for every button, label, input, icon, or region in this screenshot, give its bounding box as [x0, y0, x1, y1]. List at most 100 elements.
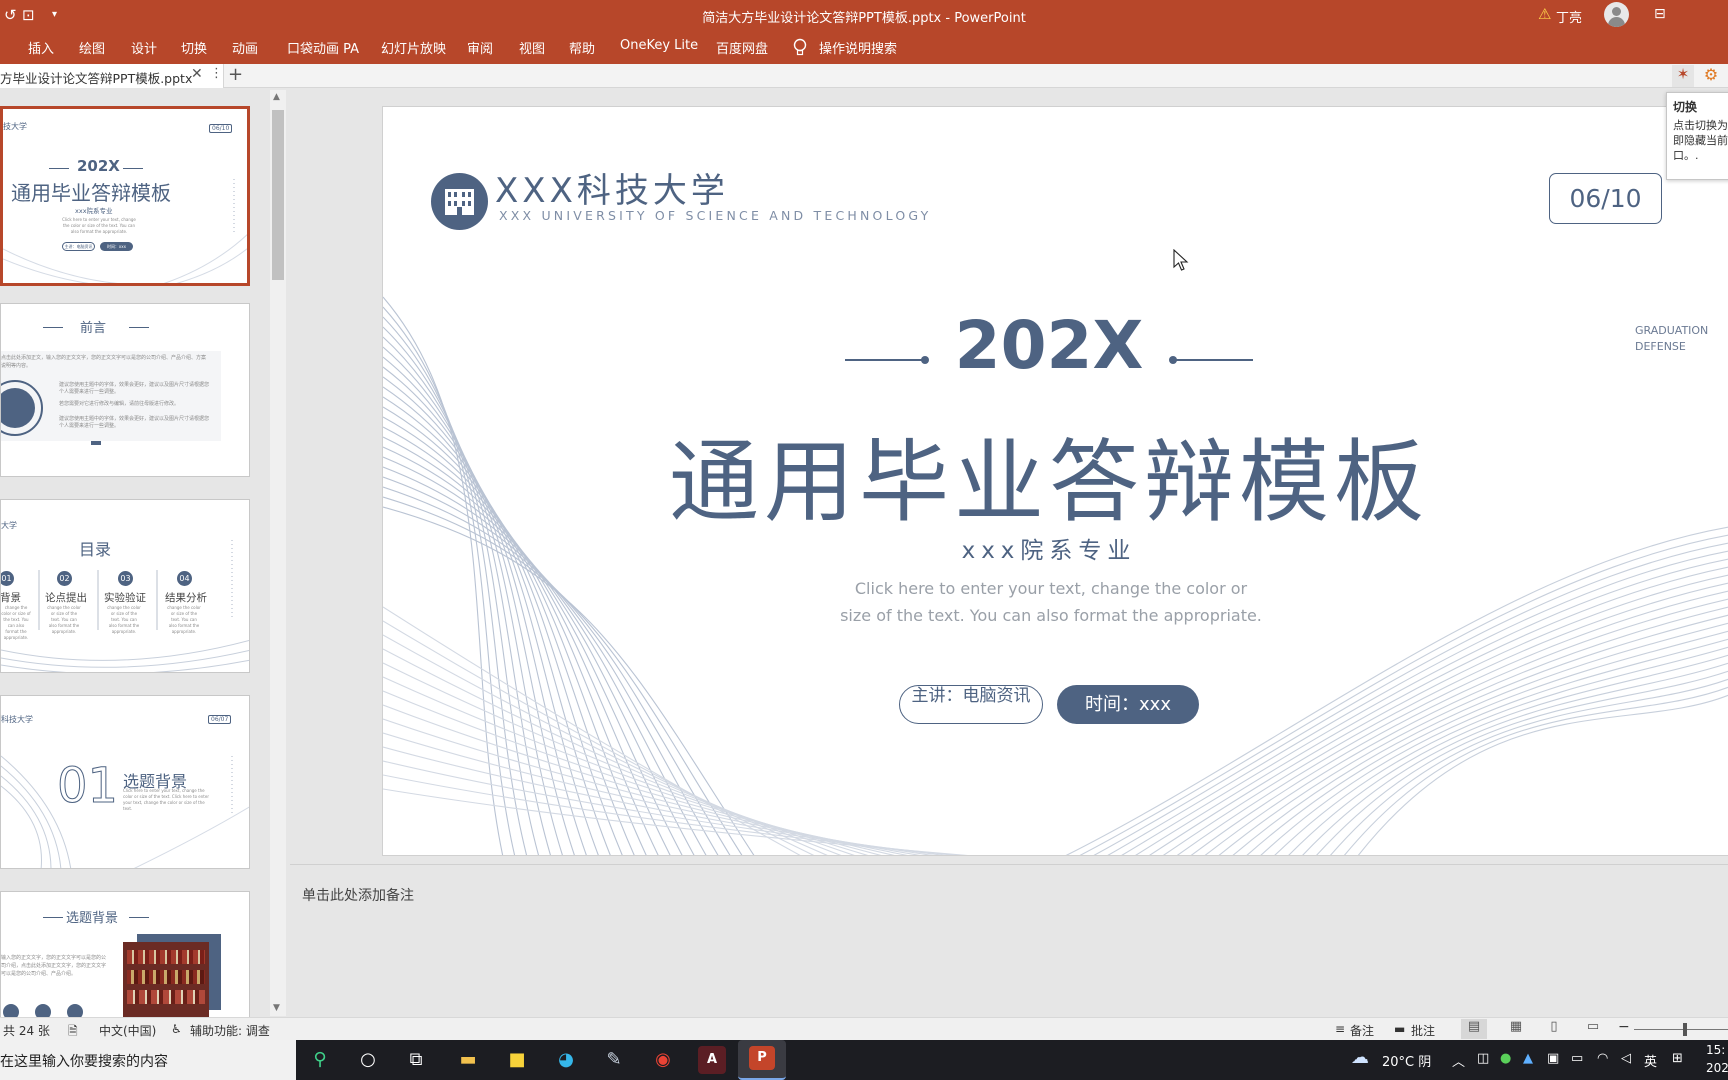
tooltip: 切换 点击切换为 即隐藏当前 口。.: [1666, 92, 1728, 180]
slide-thumbnail-4[interactable]: 科技大学 06/07 01 选题背景 Click here to enter y…: [0, 695, 250, 869]
slide-thumbnail-1[interactable]: 技大学 06/10 202X 通用毕业答辩模板 xxx院系专业 Click he…: [0, 106, 250, 286]
tab-slideshow[interactable]: 幻灯片放映: [381, 38, 446, 57]
tab-view[interactable]: 视图: [519, 38, 545, 57]
notes-toggle-icon[interactable]: ≡: [1335, 1022, 1345, 1036]
scroll-down-icon[interactable]: ▼: [273, 1003, 280, 1013]
ribbon-display-options-icon[interactable]: ⊟: [1654, 6, 1666, 22]
thumb-item-2: 若您需要对它进行修改与编辑，请前往母版进行修改。: [59, 401, 180, 407]
chrome-browser-icon[interactable]: ◉: [649, 1046, 677, 1074]
more-icon[interactable]: ⋮: [210, 66, 223, 81]
tray-expand-icon[interactable]: ︿: [1452, 1051, 1465, 1070]
tab-pocket-animation[interactable]: 口袋动画 PA: [287, 38, 359, 57]
zoom-out-icon[interactable]: −: [1618, 1019, 1630, 1035]
add-tab-icon[interactable]: +: [228, 64, 243, 85]
edge-browser-icon[interactable]: ◕: [552, 1046, 580, 1074]
comments-label[interactable]: 批注: [1411, 1022, 1435, 1039]
powerpoint-taskbar-icon[interactable]: P: [738, 1040, 786, 1080]
time-pill[interactable]: 时间：xxx: [1057, 685, 1199, 724]
clock-date[interactable]: 202: [1706, 1061, 1728, 1075]
tab-insert[interactable]: 插入: [28, 38, 54, 57]
document-tab-strip: 方毕业设计论文答辩PPT模板.pptx ✕ ⋮ + ✶ ⚙: [0, 64, 1728, 88]
close-icon[interactable]: ✕: [191, 66, 203, 82]
weather-text[interactable]: 20°C 阴: [1382, 1051, 1431, 1070]
slide-main-title[interactable]: 通用毕业答辩模板: [383, 409, 1715, 539]
page-indicator[interactable]: 06/10: [1549, 173, 1662, 224]
accessibility-status[interactable]: 辅助功能: 调查: [190, 1022, 270, 1039]
thumb-heading: 前言: [80, 321, 107, 336]
tab-onekey-lite[interactable]: OneKey Lite: [620, 38, 698, 53]
speaker-pill[interactable]: 主讲：电脑资讯: [899, 685, 1043, 724]
wechat-icon[interactable]: ●: [1500, 1051, 1511, 1066]
slide-description[interactable]: Click here to enter your text, change th…: [839, 575, 1263, 629]
taskbar-search-box[interactable]: 在这里输入你要搜索的内容: [0, 1040, 296, 1080]
cortana-icon[interactable]: ○: [354, 1046, 382, 1074]
search-icon[interactable]: ⚲: [306, 1046, 334, 1074]
input-method-indicator[interactable]: 英: [1644, 1051, 1657, 1070]
slide-thumbnail-pane: 技大学 06/10 202X 通用毕业答辩模板 xxx院系专业 Click he…: [0, 89, 290, 1017]
slide-thumbnail-2[interactable]: 前言 点击此处添加正文，输入您的正文文字，您的正文文字可以是您的公司介绍、产品介…: [0, 303, 250, 477]
tab-draw[interactable]: 绘图: [79, 38, 105, 57]
zoom-slider-knob[interactable]: [1683, 1023, 1687, 1036]
app-a-icon[interactable]: A: [698, 1046, 726, 1074]
thumb-item-1: 建议您使用主题中的字体，效果会更好，建议以及图片尺寸请根据您个人需要来进行一些调…: [59, 382, 210, 395]
sticky-notes-icon[interactable]: ■: [503, 1046, 531, 1074]
sparkle-icon[interactable]: ✶: [1672, 65, 1694, 87]
tray-app-icon[interactable]: ◫: [1477, 1051, 1489, 1066]
keyboard-grid-icon[interactable]: ⊞: [1672, 1051, 1683, 1066]
notes-pane[interactable]: 单击此处添加备注: [290, 864, 1728, 1016]
title-bar: ↺ ⊡ ▾ 简洁大方毕业设计论文答辩PPT模板.pptx - PowerPoin…: [0, 0, 1728, 64]
clock-time[interactable]: 15:: [1706, 1043, 1725, 1057]
tray-screen-icon[interactable]: ▣: [1547, 1051, 1559, 1066]
thumbnail-scrollbar[interactable]: ▲ ▼: [270, 90, 286, 1016]
reading-view-icon[interactable]: ▯: [1541, 1019, 1567, 1039]
slide-sorter-icon[interactable]: ▦: [1503, 1019, 1529, 1039]
gear-icon[interactable]: ⚙: [1700, 65, 1722, 87]
zoom-slider[interactable]: [1634, 1029, 1728, 1030]
tab-design[interactable]: 设计: [131, 38, 157, 57]
building-icon: [431, 173, 488, 230]
tab-transitions[interactable]: 切换: [181, 38, 207, 57]
bookshelf-image: [123, 942, 209, 1017]
tab-animations[interactable]: 动画: [232, 38, 258, 57]
tab-baidu-netdisk[interactable]: 百度网盘: [716, 38, 768, 57]
thumb-wave-lines: [3, 179, 247, 283]
thumb-intro: 点击此处添加正文，输入您的正文文字，您的正文文字可以是您的公司介绍、产品介绍、方…: [1, 355, 207, 369]
avatar[interactable]: [1604, 2, 1629, 27]
file-explorer-icon[interactable]: ▬: [454, 1046, 482, 1074]
scroll-thumb[interactable]: [272, 110, 284, 280]
tell-me-search[interactable]: 操作说明搜索: [819, 38, 897, 57]
tab-review[interactable]: 审阅: [467, 38, 493, 57]
year-heading[interactable]: 202X: [383, 307, 1715, 384]
battery-icon[interactable]: ▭: [1571, 1051, 1583, 1066]
slide-thumbnail-5[interactable]: 选题背景 输入您的正文文字，您的正文文字可以是您的公司介绍，点击此处添加正文文字…: [0, 891, 250, 1017]
comments-icon[interactable]: ▬: [1394, 1022, 1405, 1036]
slide-thumbnail-3[interactable]: 大学 目录 01 02 03 04 选题背景 论点提出 实验验证 结果分析 ch…: [0, 499, 250, 673]
slideshow-icon[interactable]: ▭: [1580, 1019, 1606, 1039]
volume-icon[interactable]: ◁: [1621, 1051, 1631, 1066]
document-tab[interactable]: 方毕业设计论文答辩PPT模板.pptx ✕ ⋮: [0, 64, 224, 88]
university-name[interactable]: XXX科技大学: [495, 163, 729, 212]
thumb-desc: 输入您的正文文字，您的正文文字可以是您的公司介绍，点击此处添加正文文字，您的正文…: [1, 955, 107, 977]
university-name-english[interactable]: XXX UNIVERSITY OF SCIENCE AND TECHNOLOGY: [499, 208, 931, 223]
wifi-icon[interactable]: ◠: [1597, 1051, 1608, 1066]
document-tab-name: 方毕业设计论文答辩PPT模板.pptx: [0, 71, 193, 86]
language-indicator[interactable]: 中文(中国): [99, 1022, 156, 1039]
user-name[interactable]: 丁亮: [1556, 7, 1582, 26]
accessibility-icon[interactable]: ♿: [171, 1022, 182, 1036]
tab-help[interactable]: 帮助: [569, 38, 595, 57]
weather-cloud-icon[interactable]: ☁: [1351, 1047, 1369, 1068]
graduation-defense-vertical-text[interactable]: GRADUATION DEFENSE: [1635, 323, 1708, 356]
department-subtitle[interactable]: xxx院系专业: [383, 531, 1715, 565]
notes-toggle-label[interactable]: 备注: [1350, 1022, 1374, 1039]
notes-placeholder[interactable]: 单击此处添加备注: [302, 885, 414, 905]
mouse-cursor-icon: [1173, 249, 1189, 271]
thumb-section-number: 01: [56, 758, 119, 815]
slide-canvas[interactable]: XXX科技大学 XXX UNIVERSITY OF SCIENCE AND TE…: [382, 106, 1728, 856]
paint-icon[interactable]: ✎: [600, 1046, 628, 1074]
warning-icon[interactable]: ⚠: [1538, 5, 1551, 23]
scroll-up-icon[interactable]: ▲: [273, 92, 280, 102]
tray-drive-icon[interactable]: ▲: [1523, 1051, 1533, 1066]
window-title: 简洁大方毕业设计论文答辩PPT模板.pptx - PowerPoint: [702, 11, 1026, 26]
task-view-icon[interactable]: ⧉: [402, 1046, 430, 1074]
normal-view-icon[interactable]: ▤: [1461, 1019, 1487, 1039]
